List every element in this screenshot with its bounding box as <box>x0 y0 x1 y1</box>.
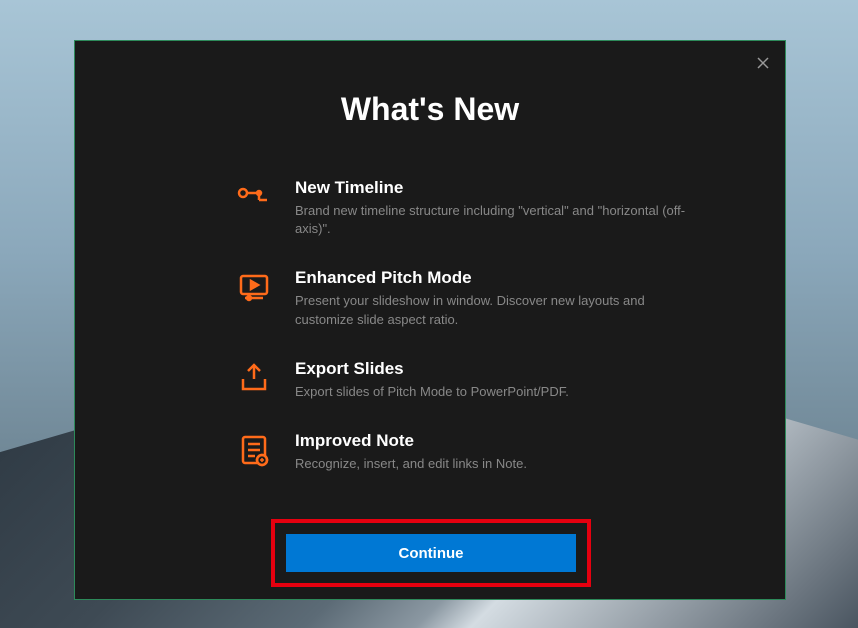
feature-description: Recognize, insert, and edit links in Not… <box>295 455 705 473</box>
continue-button[interactable]: Continue <box>286 534 576 572</box>
feature-title: Export Slides <box>295 359 705 379</box>
close-icon <box>757 57 769 69</box>
feature-pitch-mode: Enhanced Pitch Mode Present your slidesh… <box>235 268 705 328</box>
export-icon <box>235 361 273 399</box>
dialog-title: What's New <box>75 91 785 128</box>
feature-content: Enhanced Pitch Mode Present your slidesh… <box>295 268 705 328</box>
feature-title: New Timeline <box>295 178 705 198</box>
feature-timeline: New Timeline Brand new timeline structur… <box>235 178 705 238</box>
feature-content: Export Slides Export slides of Pitch Mod… <box>295 359 705 401</box>
feature-title: Enhanced Pitch Mode <box>295 268 705 288</box>
feature-title: Improved Note <box>295 431 705 451</box>
feature-description: Brand new timeline structure including "… <box>295 202 705 238</box>
whats-new-dialog: What's New New Timeline Brand new timeli… <box>74 40 786 600</box>
feature-content: New Timeline Brand new timeline structur… <box>295 178 705 238</box>
note-icon <box>235 433 273 471</box>
close-button[interactable] <box>755 55 771 71</box>
features-list: New Timeline Brand new timeline structur… <box>75 178 785 473</box>
feature-description: Present your slideshow in window. Discov… <box>295 292 705 328</box>
play-screen-icon <box>235 270 273 308</box>
feature-content: Improved Note Recognize, insert, and edi… <box>295 431 705 473</box>
continue-button-highlight: Continue <box>271 519 591 587</box>
feature-note: Improved Note Recognize, insert, and edi… <box>235 431 705 473</box>
timeline-icon <box>235 180 273 218</box>
feature-export: Export Slides Export slides of Pitch Mod… <box>235 359 705 401</box>
feature-description: Export slides of Pitch Mode to PowerPoin… <box>295 383 705 401</box>
